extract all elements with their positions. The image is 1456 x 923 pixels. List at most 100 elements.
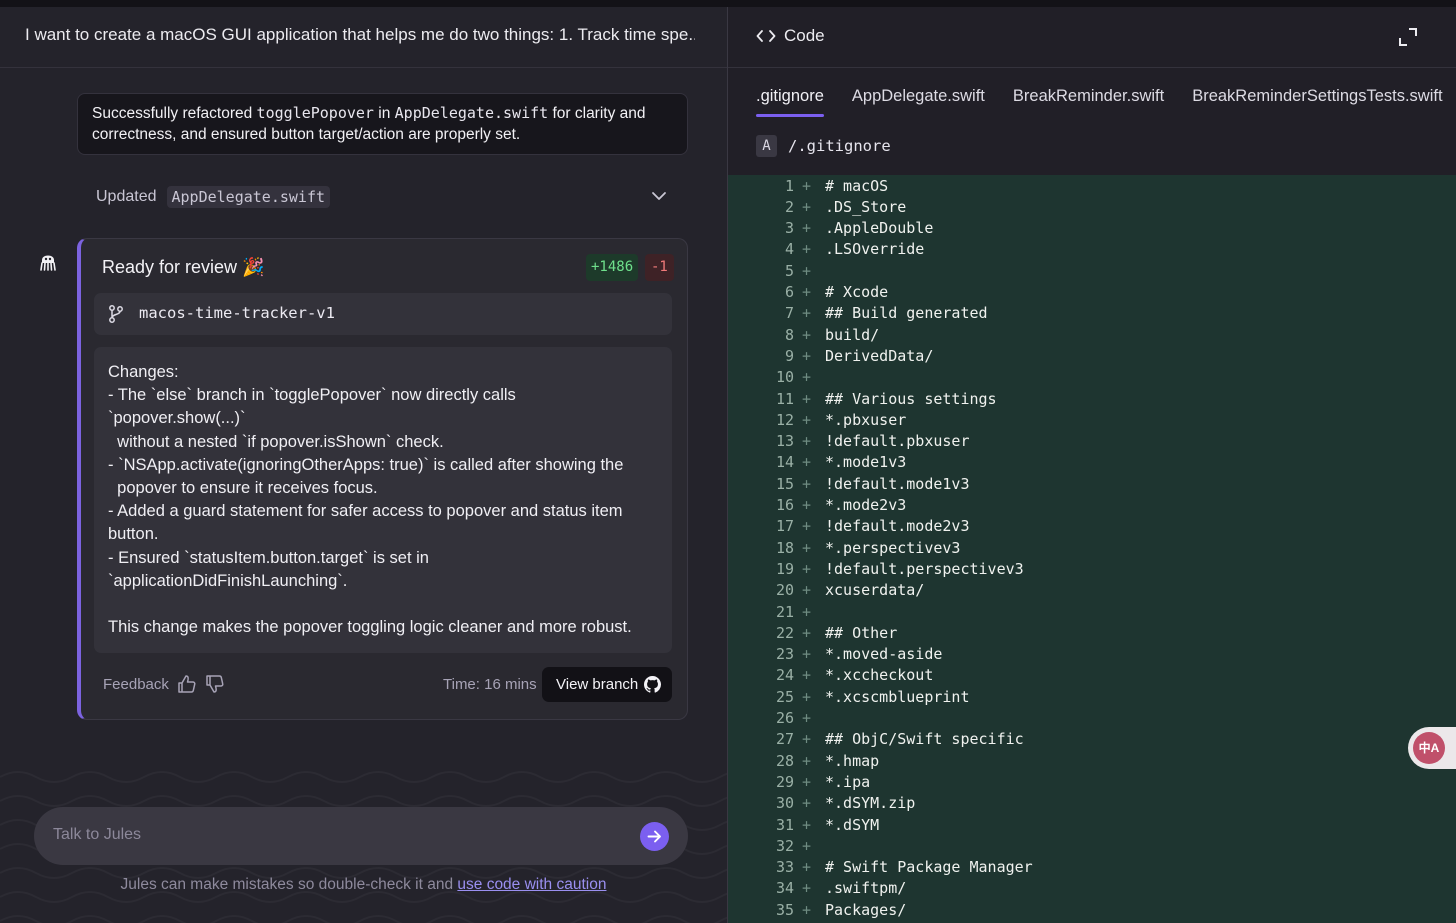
added-line-marker: + <box>802 772 812 791</box>
line-number: 17 <box>775 517 794 536</box>
line-number: 15 <box>775 474 794 493</box>
disclaimer-text: Jules can make mistakes so double-check … <box>120 876 458 893</box>
line-number: 14 <box>775 453 794 472</box>
line-number: 34 <box>775 879 794 898</box>
added-line-marker: + <box>802 836 812 855</box>
line-number: 29 <box>775 772 794 791</box>
code-line-text: *.xccheckout <box>825 666 934 685</box>
added-line-marker: + <box>802 219 812 238</box>
code-line-text: ## Build generated <box>825 304 988 323</box>
line-number: 24 <box>775 666 794 685</box>
line-number: 7 <box>784 304 794 323</box>
code-line: 7 + ## Build generated <box>728 303 1456 324</box>
added-line-marker: + <box>802 261 812 280</box>
additions-badge: +1486 <box>586 254 639 281</box>
feedback-label: Feedback <box>103 676 169 693</box>
code-line: 34 + .swiftpm/ <box>728 878 1456 899</box>
summary-code-function: togglePopover <box>256 104 374 122</box>
code-line: 14 + *.mode1v3 <box>728 452 1456 473</box>
line-number: 33 <box>775 858 794 877</box>
code-line-text: # Xcode <box>825 283 889 301</box>
line-number: 1 <box>784 176 794 195</box>
code-line: 15 + !default.mode1v3 <box>728 474 1456 495</box>
code-line: 18 + *.perspectivev3 <box>728 538 1456 559</box>
added-line-marker: + <box>802 709 812 727</box>
line-number: 22 <box>775 623 794 642</box>
added-line-marker: + <box>802 879 812 898</box>
file-tab[interactable]: .gitignore <box>756 87 824 117</box>
updated-file-row[interactable]: Updated AppDelegate.swift <box>96 184 671 210</box>
code-line-text: ## Other <box>825 623 898 642</box>
code-line: 31 + *.dSYM <box>728 815 1456 836</box>
code-line-text: # macOS <box>825 176 889 195</box>
code-line-text: *.mode2v3 <box>825 496 907 514</box>
code-line: 12 + *.pbxuser <box>728 410 1456 431</box>
code-line-text: ## Various settings <box>825 389 997 408</box>
translate-button[interactable]: 中A <box>1408 727 1456 769</box>
line-number: 30 <box>775 794 794 813</box>
file-tabs: .gitignore AppDelegate.swift BreakReminder… <box>756 87 1456 117</box>
added-line-marker: + <box>802 496 812 514</box>
code-line: 20 + xcuserdata/ <box>728 580 1456 601</box>
code-line-text: !default.mode2v3 <box>825 517 970 536</box>
send-button[interactable] <box>640 822 669 851</box>
code-line: 35 + Packages/ <box>728 900 1456 921</box>
view-branch-button[interactable]: View branch <box>542 667 672 702</box>
added-line-marker: + <box>802 602 812 621</box>
code-line: 26 + <box>728 708 1456 729</box>
line-number: 9 <box>784 346 794 365</box>
code-line: 17 + !default.mode2v3 <box>728 516 1456 537</box>
code-line-text: !default.pbxuser <box>825 432 970 451</box>
code-line: 24 + *.xccheckout <box>728 665 1456 686</box>
code-line: 3 + .AppleDouble <box>728 218 1456 239</box>
github-icon <box>644 676 661 693</box>
file-tab[interactable]: BreakReminderSettingsTests.swift <box>1192 87 1442 117</box>
thumbs-down-icon[interactable] <box>205 674 225 694</box>
thumbs-up-icon[interactable] <box>177 674 197 694</box>
disclaimer: Jules can make mistakes so double-check … <box>0 876 727 894</box>
added-line-marker: + <box>802 368 812 387</box>
code-panel-title: Code <box>784 26 825 45</box>
summary-text-mid: in <box>373 105 395 122</box>
line-number: 26 <box>775 709 794 727</box>
code-line-text: xcuserdata/ <box>825 581 925 600</box>
added-line-marker: + <box>802 325 812 344</box>
added-line-marker: + <box>802 410 812 429</box>
line-number: 4 <box>784 240 794 259</box>
code-line: 21 + <box>728 602 1456 623</box>
code-line-text: *.xcscmblueprint <box>825 687 970 706</box>
translate-icon: 中A <box>1413 732 1445 764</box>
chat-input[interactable]: Talk to Jules <box>34 807 688 865</box>
code-line-text: .LSOverride <box>825 240 925 259</box>
code-line-text: *.dSYM.zip <box>825 794 916 813</box>
header-divider <box>0 67 727 68</box>
summary-code-file: AppDelegate.swift <box>394 104 549 122</box>
code-line: 9 + DerivedData/ <box>728 346 1456 367</box>
added-line-marker: + <box>802 751 812 770</box>
chat-panel: I want to create a macOS GUI application… <box>0 7 727 923</box>
expand-icon[interactable] <box>1397 26 1419 48</box>
code-line-text: build/ <box>825 325 880 344</box>
line-number: 25 <box>775 687 794 706</box>
diff-code-area[interactable]: 1 + # macOS 2 + .DS_Store 3 + .AppleDouble 4 + .LSO… <box>728 175 1456 923</box>
code-line-text: !default.perspectivev3 <box>825 559 1024 578</box>
added-line-marker: + <box>802 517 812 536</box>
added-line-marker: + <box>802 346 812 365</box>
summary-message: Successfully refactored togglePopover in… <box>77 93 688 155</box>
file-tab[interactable]: BreakReminder.swift <box>1013 87 1164 117</box>
added-line-marker: + <box>802 794 812 813</box>
line-number: 2 <box>784 197 794 216</box>
code-line: 33 + # Swift Package Manager <box>728 857 1456 878</box>
code-line: 8 + build/ <box>728 325 1456 346</box>
line-number: 10 <box>775 368 794 387</box>
file-tab[interactable]: AppDelegate.swift <box>852 87 985 117</box>
added-line-marker: + <box>802 858 812 877</box>
code-line: 25 + *.xcscmblueprint <box>728 687 1456 708</box>
code-line: 1 + # macOS <box>728 176 1456 197</box>
use-code-with-caution-link[interactable]: use code with caution <box>457 876 606 893</box>
code-line-text: .DS_Store <box>825 197 907 216</box>
line-number: 21 <box>775 602 794 621</box>
arrow-right-icon <box>647 830 661 843</box>
chevron-down-icon[interactable] <box>651 188 667 204</box>
line-number: 23 <box>775 645 794 664</box>
